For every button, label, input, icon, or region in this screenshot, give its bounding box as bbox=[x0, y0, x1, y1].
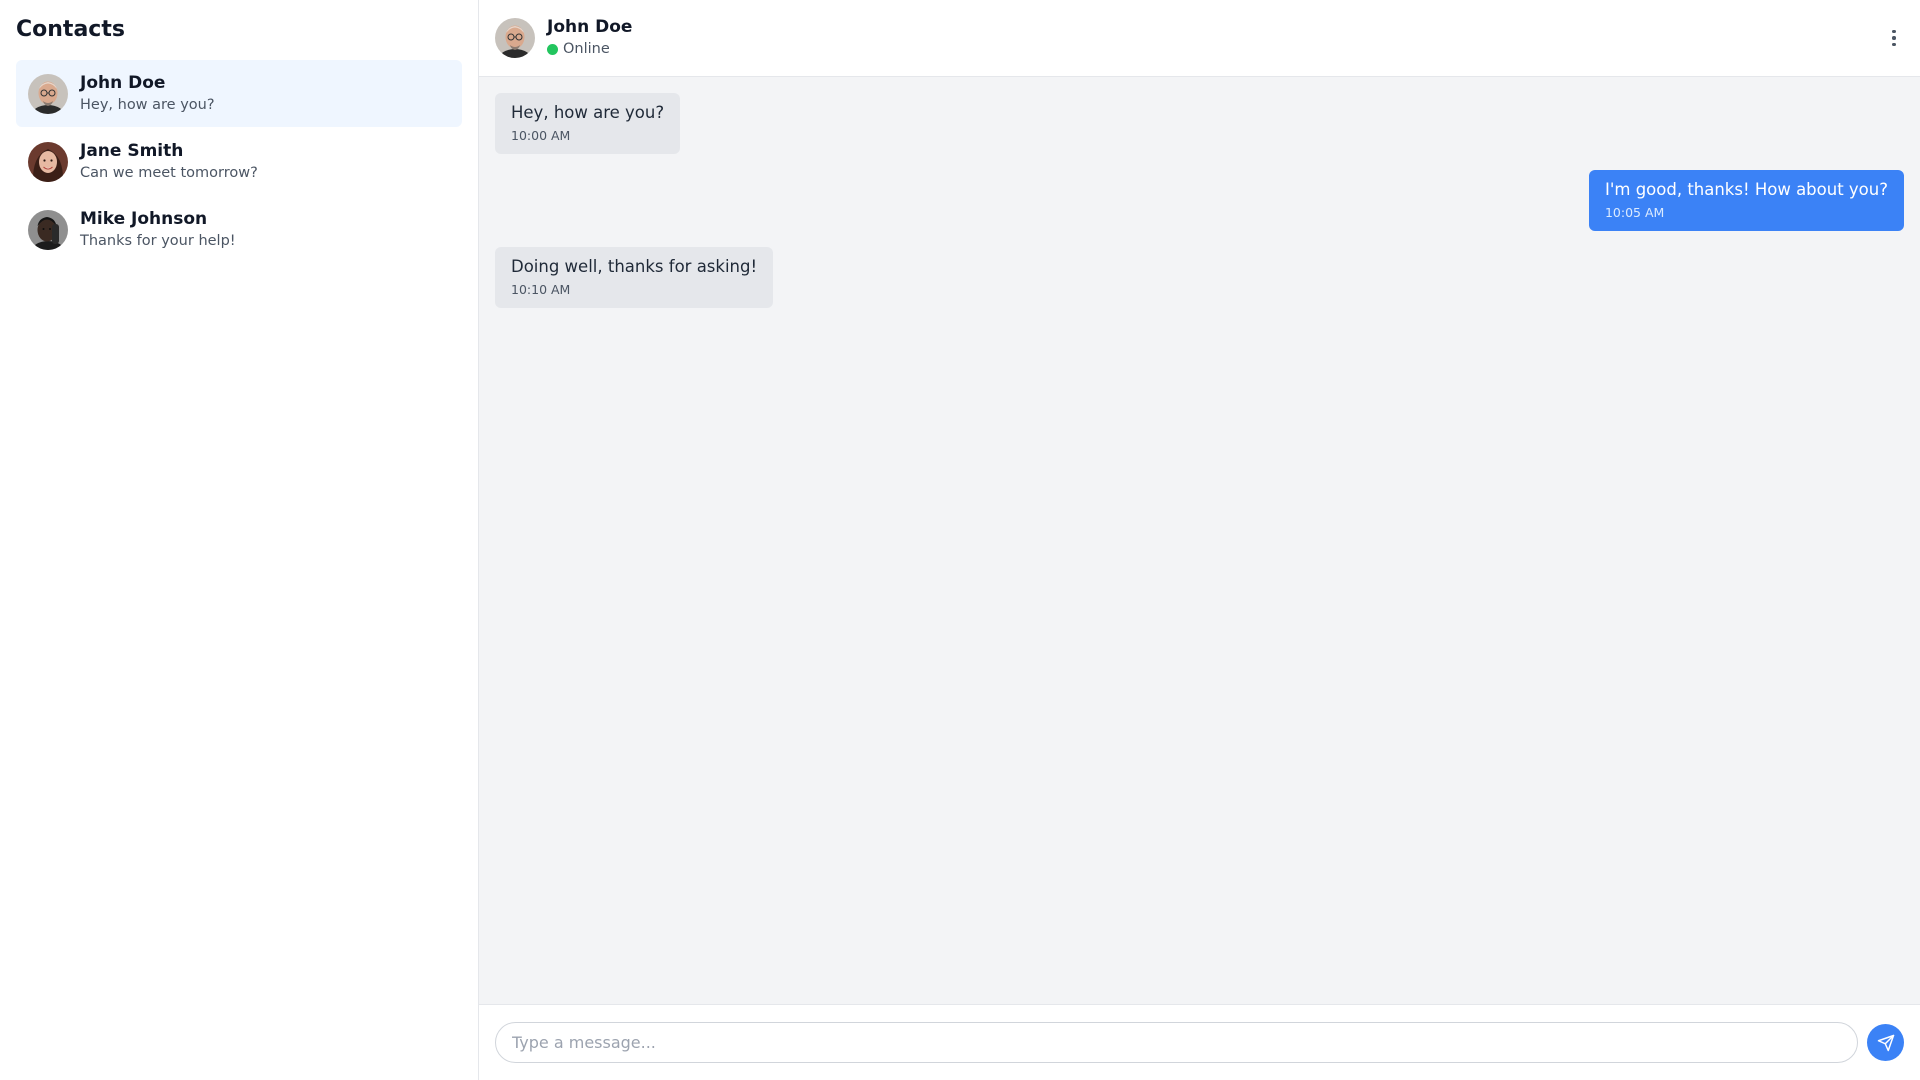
avatar bbox=[28, 209, 68, 250]
message-row: Doing well, thanks for asking! 10:10 AM bbox=[495, 247, 1904, 308]
chat-app: Contacts John Doe Hey, how are you? Jane… bbox=[0, 0, 1920, 1080]
contact-item-john-doe[interactable]: John Doe Hey, how are you? bbox=[16, 60, 462, 127]
send-icon bbox=[1877, 1034, 1894, 1051]
message-text: Doing well, thanks for asking! bbox=[511, 257, 758, 276]
status-text: Online bbox=[563, 41, 610, 57]
message-time: 10:10 AM bbox=[511, 282, 571, 297]
contact-preview: Thanks for your help! bbox=[80, 232, 236, 249]
more-vertical-icon[interactable] bbox=[1884, 26, 1904, 50]
message-composer bbox=[479, 1004, 1920, 1080]
message-text: I'm good, thanks! How about you? bbox=[1604, 180, 1888, 199]
avatar bbox=[28, 141, 68, 182]
contact-list: John Doe Hey, how are you? Jane Smith Ca… bbox=[16, 60, 462, 264]
message-input[interactable] bbox=[495, 1022, 1858, 1063]
contact-name: Jane Smith bbox=[80, 140, 184, 161]
contact-preview: Hey, how are you? bbox=[80, 96, 215, 113]
contact-name: Mike Johnson bbox=[80, 208, 208, 229]
message-row: I'm good, thanks! How about you? 10:05 A… bbox=[495, 170, 1904, 231]
avatar bbox=[28, 73, 68, 114]
menu-dot bbox=[1892, 42, 1896, 47]
chat-header-info: John Doe Online bbox=[547, 16, 632, 60]
message-time: 10:05 AM bbox=[1604, 205, 1665, 220]
message-list: Hey, how are you? 10:00 AM I'm good, tha… bbox=[479, 77, 1920, 1004]
online-status-dot bbox=[547, 43, 558, 55]
menu-dot bbox=[1892, 29, 1896, 34]
contact-text: Mike Johnson Thanks for your help! bbox=[80, 208, 236, 252]
contact-text: John Doe Hey, how are you? bbox=[80, 72, 215, 116]
contact-item-mike-johnson[interactable]: Mike Johnson Thanks for your help! bbox=[16, 196, 462, 263]
message-time: 10:00 AM bbox=[511, 128, 571, 143]
chat-panel: John Doe Online Hey, how are you? 10:00 … bbox=[479, 0, 1920, 1080]
send-button[interactable] bbox=[1867, 1024, 1904, 1061]
incoming-message-bubble: Hey, how are you? 10:00 AM bbox=[495, 93, 681, 154]
contact-item-jane-smith[interactable]: Jane Smith Can we meet tomorrow? bbox=[16, 128, 462, 195]
outgoing-message-bubble: I'm good, thanks! How about you? 10:05 A… bbox=[1588, 170, 1904, 231]
contact-text: Jane Smith Can we meet tomorrow? bbox=[80, 140, 258, 184]
contact-name: John Doe bbox=[80, 72, 166, 93]
chat-header: John Doe Online bbox=[479, 0, 1920, 77]
contacts-sidebar: Contacts John Doe Hey, how are you? Jane… bbox=[0, 0, 479, 1080]
message-text: Hey, how are you? bbox=[511, 103, 665, 122]
incoming-message-bubble: Doing well, thanks for asking! 10:10 AM bbox=[495, 247, 774, 308]
message-row: Hey, how are you? 10:00 AM bbox=[495, 93, 1904, 154]
avatar bbox=[495, 18, 535, 58]
chat-contact-name: John Doe bbox=[547, 17, 633, 37]
contact-preview: Can we meet tomorrow? bbox=[80, 164, 258, 181]
status-indicator: Online bbox=[547, 38, 632, 60]
sidebar-title: Contacts bbox=[16, 17, 125, 42]
menu-dot bbox=[1892, 36, 1896, 40]
